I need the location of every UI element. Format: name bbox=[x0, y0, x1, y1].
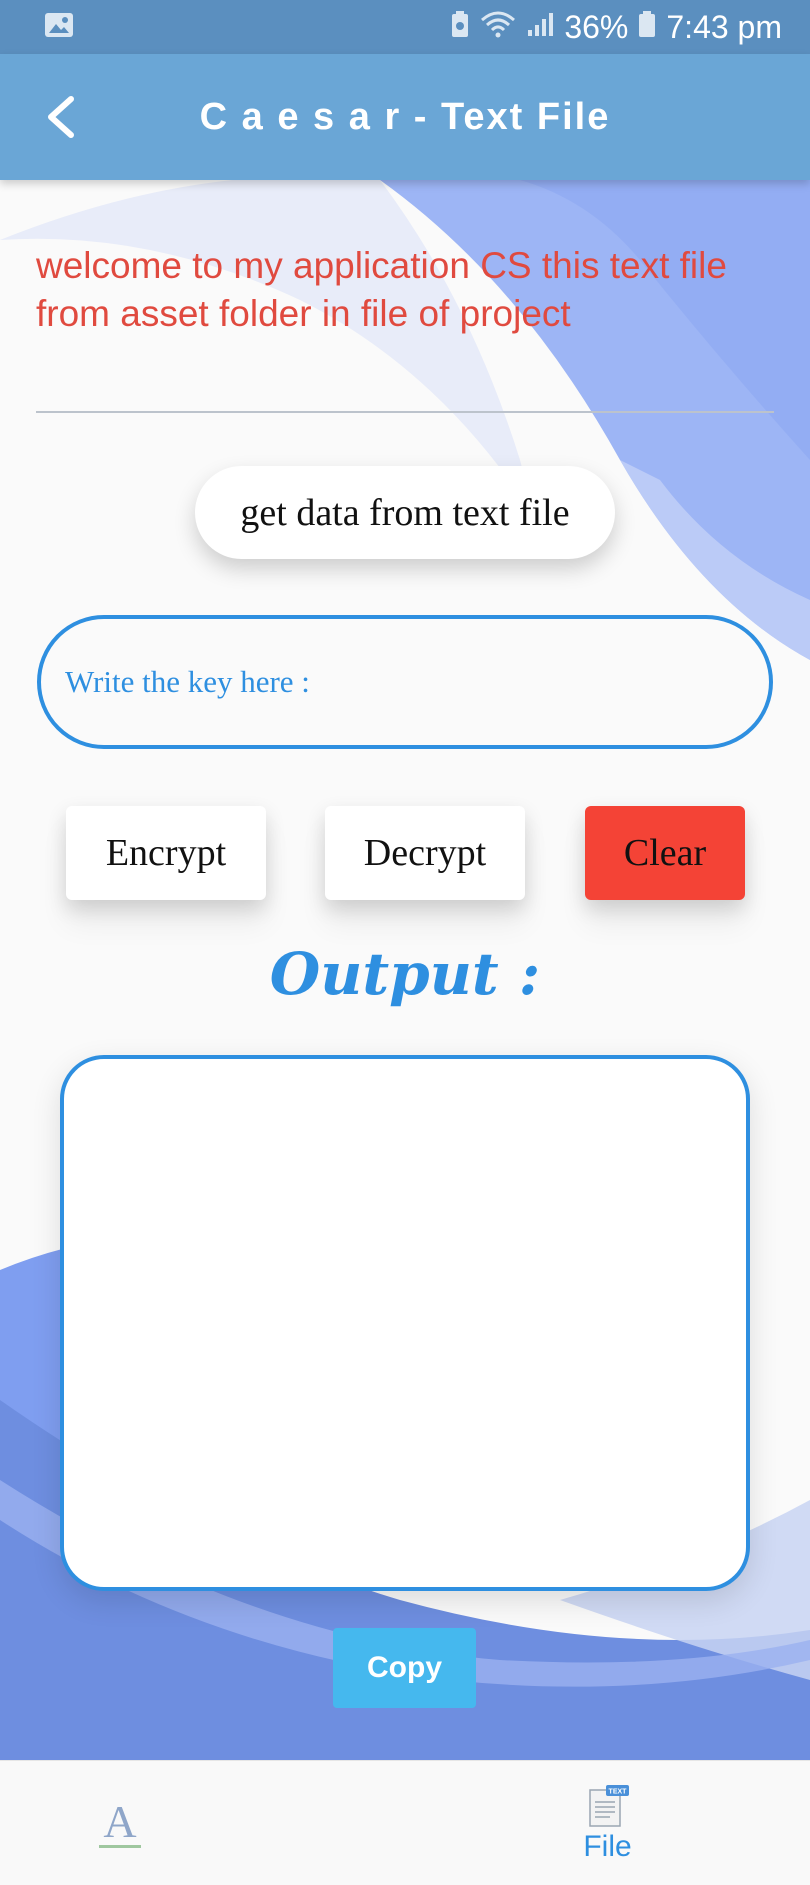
get-data-button[interactable]: get data from text file bbox=[195, 466, 615, 559]
battery-icon bbox=[638, 10, 656, 45]
text-file-icon: TEXT bbox=[588, 1784, 629, 1827]
status-indicators: 36% 7:43 pm bbox=[450, 9, 782, 46]
divider bbox=[36, 411, 774, 413]
wifi-icon bbox=[480, 10, 516, 45]
encrypt-button[interactable]: Encrypt bbox=[66, 806, 266, 900]
key-input[interactable] bbox=[65, 619, 745, 745]
battery-saver-icon bbox=[450, 10, 470, 45]
copy-button[interactable]: Copy bbox=[333, 1628, 476, 1708]
key-input-container bbox=[37, 615, 773, 749]
output-text-box[interactable] bbox=[60, 1055, 750, 1591]
battery-percent: 36% bbox=[564, 8, 629, 45]
clear-button[interactable]: Clear bbox=[585, 806, 745, 900]
main-content: welcome to my application CS this text f… bbox=[0, 180, 810, 1760]
back-button[interactable] bbox=[28, 84, 94, 150]
nav-tab-file[interactable]: TEXT File bbox=[405, 1761, 810, 1885]
page-title: C a e s a r - Text File bbox=[199, 95, 611, 138]
bottom-navigation: A TEXT File bbox=[0, 1760, 810, 1885]
clock: 7:43 pm bbox=[666, 8, 782, 45]
status-bar: 36% 7:43 pm bbox=[0, 0, 810, 54]
app-bar: C a e s a r - Text File bbox=[0, 54, 810, 180]
gallery-notification-icon bbox=[44, 9, 74, 46]
output-label: Output : bbox=[269, 940, 541, 1008]
welcome-text: welcome to my application CS this text f… bbox=[36, 245, 727, 334]
arrow-back-icon bbox=[48, 96, 74, 138]
signal-icon bbox=[526, 10, 554, 45]
decrypt-button[interactable]: Decrypt bbox=[325, 806, 525, 900]
nav-tab-text[interactable]: A bbox=[0, 1761, 405, 1885]
nav-tab-file-label: File bbox=[583, 1829, 632, 1863]
text-format-icon: A bbox=[99, 1799, 141, 1848]
file-icon-badge: TEXT bbox=[608, 1788, 627, 1795]
